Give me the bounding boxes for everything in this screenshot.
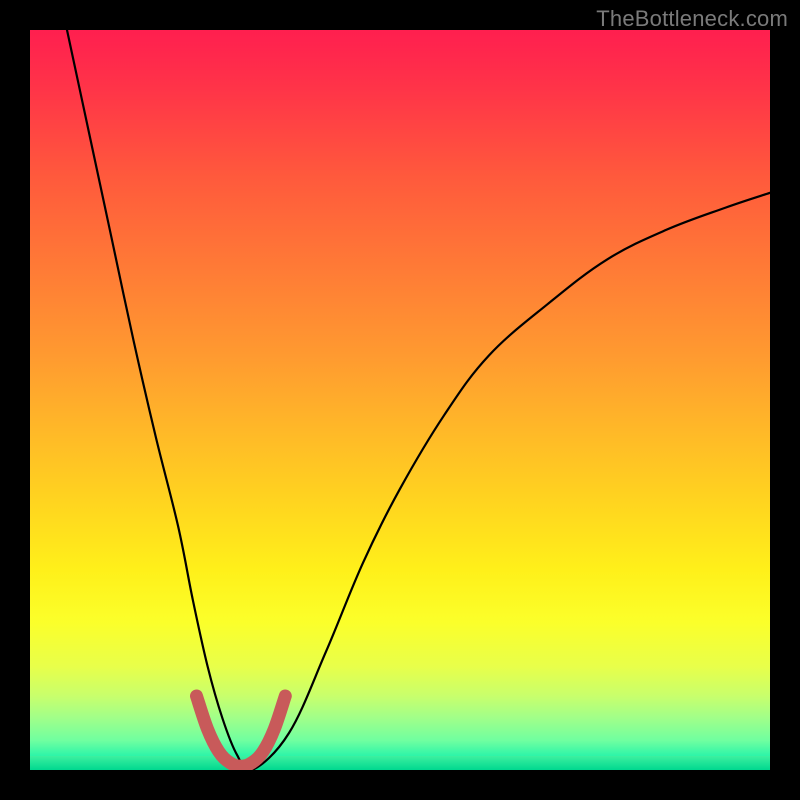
- chart-frame: TheBottleneck.com: [0, 0, 800, 800]
- bottleneck-curve: [67, 30, 770, 770]
- watermark-text: TheBottleneck.com: [596, 6, 788, 32]
- plot-area: [30, 30, 770, 770]
- curve-layer: [30, 30, 770, 770]
